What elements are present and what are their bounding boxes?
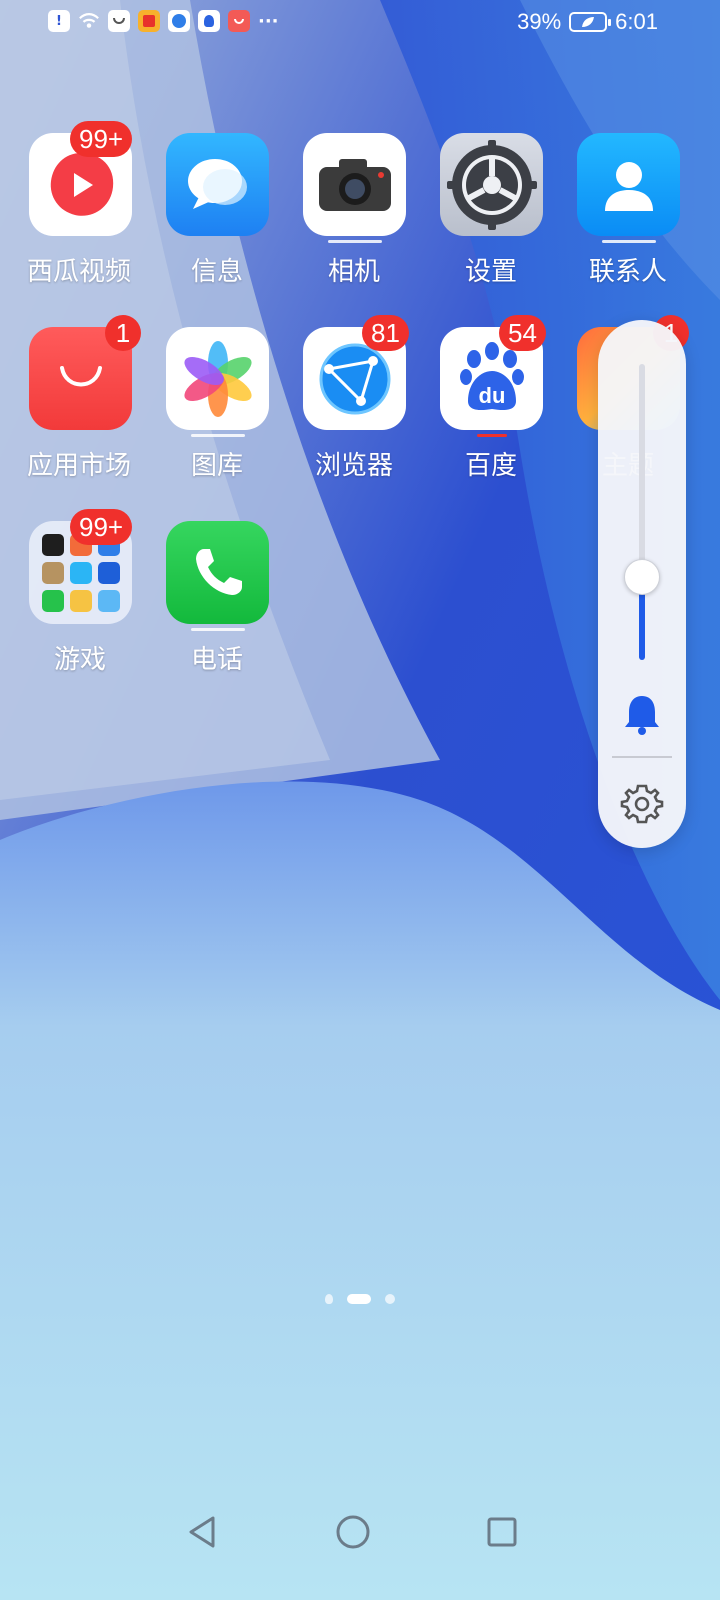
new-app-indicator [328, 240, 382, 243]
app-label: 电话 [190, 645, 243, 675]
more-notifications: ··· [258, 10, 279, 32]
messages-icon [166, 133, 269, 236]
back-icon[interactable] [182, 1512, 222, 1552]
battery-percent: 39% [517, 9, 562, 34]
new-app-indicator [191, 628, 245, 631]
folder-games[interactable]: 99+ 游戏 [0, 509, 137, 691]
app-label: 联系人 [588, 257, 667, 287]
svg-text:du: du [478, 383, 505, 408]
divider [612, 756, 672, 758]
bell-icon[interactable] [622, 692, 662, 736]
camera-icon [303, 133, 406, 236]
notification-icons: ! ··· [48, 10, 279, 32]
alert-icon: ! [48, 10, 70, 32]
app-baidu[interactable]: du 54 百度 [411, 315, 548, 497]
app-contacts[interactable]: 联系人 [548, 133, 685, 303]
page-dot[interactable] [325, 1294, 333, 1304]
folder-label: 游戏 [53, 645, 106, 675]
recents-icon[interactable] [482, 1512, 522, 1552]
notification-badge: 1 [105, 315, 141, 351]
browser-icon [168, 10, 190, 32]
new-app-indicator [191, 434, 245, 437]
status-bar: ! ··· 39% 6:01 [0, 0, 720, 46]
contacts-icon [577, 133, 680, 236]
app-camera[interactable]: 相机 [274, 133, 411, 303]
store-icon [228, 10, 250, 32]
clock: 6:01 [615, 9, 658, 34]
volume-slider-thumb[interactable] [624, 559, 660, 596]
app-settings[interactable]: 设置 [411, 133, 548, 303]
navigation-bar [0, 1500, 720, 1560]
new-app-indicator [602, 240, 656, 243]
app-label: 西瓜视频 [26, 257, 131, 287]
app-phone[interactable]: 电话 [137, 521, 274, 691]
app-label: 应用市场 [26, 451, 131, 481]
app-label: 设置 [464, 257, 517, 287]
notification-badge: 99+ [70, 121, 133, 157]
page-dot-active[interactable] [347, 1294, 371, 1304]
home-icon[interactable] [333, 1512, 373, 1552]
app-label: 百度 [464, 451, 517, 481]
app-label: 相机 [327, 257, 380, 287]
app-browser[interactable]: 81 浏览器 [274, 315, 411, 497]
page-indicator [0, 1294, 720, 1304]
battery-icon [569, 12, 612, 32]
app-label: 图库 [190, 451, 243, 481]
page-dot[interactable] [385, 1294, 395, 1304]
notification-badge: 99+ [70, 509, 133, 545]
app-xigua-video[interactable]: 99+ 西瓜视频 [0, 121, 137, 303]
app-label: 浏览器 [314, 451, 393, 481]
app-label: 信息 [190, 257, 243, 287]
app-appmarket[interactable]: 1 应用市场 [0, 315, 141, 497]
app-messages[interactable]: 信息 [137, 133, 274, 303]
notification-badge: 54 [499, 315, 546, 351]
volume-panel [598, 320, 686, 848]
bulb-icon [198, 10, 220, 32]
settings-icon [440, 133, 543, 236]
new-app-indicator [477, 434, 507, 437]
bag-icon [108, 10, 130, 32]
app-gallery[interactable]: 图库 [137, 327, 274, 497]
gear-icon[interactable] [620, 782, 664, 826]
gallery-icon [166, 327, 269, 430]
app-icon [138, 10, 160, 32]
notification-badge: 81 [362, 315, 409, 351]
wifi-icon [78, 10, 100, 32]
phone-icon [166, 521, 269, 624]
